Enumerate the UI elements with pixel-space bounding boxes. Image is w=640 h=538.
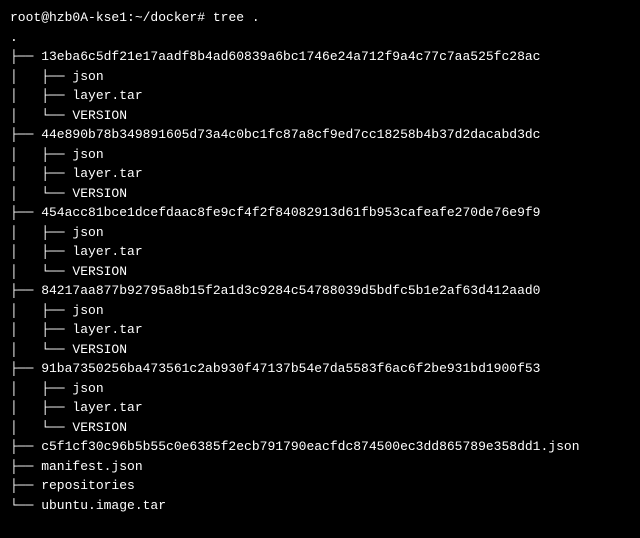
output-line: ├── 44e890b78b349891605d73a4c0bc1fc87a8c… — [10, 125, 630, 145]
prompt-line: root@hzb0A-kse1:~/docker# tree . — [10, 8, 630, 28]
output-line: │ ├── layer.tar — [10, 320, 630, 340]
output-line: │ ├── json — [10, 379, 630, 399]
command-text: tree . — [213, 10, 260, 25]
output-line: ├── repositories — [10, 476, 630, 496]
output-line: ├── 454acc81bce1dcefdaac8fe9cf4f2f840829… — [10, 203, 630, 223]
output-line: ├── c5f1cf30c96b5b55c0e6385f2ecb791790ea… — [10, 437, 630, 457]
output-line: │ └── VERSION — [10, 106, 630, 126]
output-line: │ ├── json — [10, 67, 630, 87]
output-line: ├── manifest.json — [10, 457, 630, 477]
output-line: │ └── VERSION — [10, 262, 630, 282]
output-line: │ └── VERSION — [10, 184, 630, 204]
output-line: │ ├── layer.tar — [10, 164, 630, 184]
output-line: │ └── VERSION — [10, 340, 630, 360]
output-line: ├── 13eba6c5df21e17aadf8b4ad60839a6bc174… — [10, 47, 630, 67]
output-line: ├── 91ba7350256ba473561c2ab930f47137b54e… — [10, 359, 630, 379]
output-line: │ ├── layer.tar — [10, 86, 630, 106]
output-line: │ ├── json — [10, 145, 630, 165]
output-line: └── ubuntu.image.tar — [10, 496, 630, 516]
output-line: ├── 84217aa877b92795a8b15f2a1d3c9284c547… — [10, 281, 630, 301]
output-line: │ └── VERSION — [10, 418, 630, 438]
output-line: │ ├── layer.tar — [10, 398, 630, 418]
output-line: │ ├── json — [10, 301, 630, 321]
shell-prompt: root@hzb0A-kse1:~/docker# — [10, 10, 213, 25]
tree-output: .├── 13eba6c5df21e17aadf8b4ad60839a6bc17… — [10, 28, 630, 516]
output-line: │ ├── json — [10, 223, 630, 243]
output-line: │ ├── layer.tar — [10, 242, 630, 262]
output-line: . — [10, 28, 630, 48]
